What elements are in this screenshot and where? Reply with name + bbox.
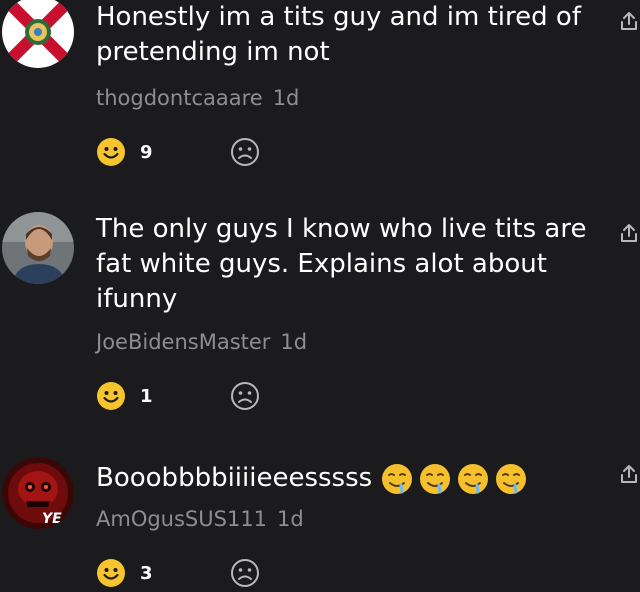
emoji-group xyxy=(380,461,532,496)
smile-count: 9 xyxy=(140,142,153,163)
smile-count: 3 xyxy=(140,563,153,584)
frown-icon xyxy=(231,138,259,166)
svg-text:YE: YE xyxy=(42,511,62,527)
smile-count: 1 xyxy=(140,386,153,407)
comment-meta: AmOgusSUS111 1d xyxy=(96,507,304,531)
comment-time: 1d xyxy=(272,86,300,110)
smile-icon xyxy=(97,382,125,410)
share-icon[interactable] xyxy=(618,463,640,485)
smile-button[interactable] xyxy=(96,558,126,588)
frown-icon xyxy=(231,382,259,410)
red-skull-avatar-icon: YE xyxy=(2,457,74,529)
unsmile-button[interactable] xyxy=(230,558,260,588)
avatar[interactable] xyxy=(2,212,74,284)
florida-flag-avatar-icon xyxy=(2,0,74,68)
share-icon[interactable] xyxy=(618,222,640,244)
share-icon[interactable] xyxy=(618,10,640,32)
drooling-face-emoji-icon xyxy=(382,463,413,494)
drooling-face-emoji-icon xyxy=(458,463,489,494)
comment-time: 1d xyxy=(280,330,308,354)
comment-text: Honestly im a tits guy and im tired of p… xyxy=(96,2,581,67)
smile-button[interactable] xyxy=(96,137,126,167)
unsmile-button[interactable] xyxy=(230,137,260,167)
comment-author[interactable]: JoeBidensMaster xyxy=(96,330,270,354)
smile-button[interactable] xyxy=(96,381,126,411)
avatar[interactable] xyxy=(2,0,74,68)
smile-icon xyxy=(97,138,125,166)
comment-time: 1d xyxy=(277,507,304,531)
smile-icon xyxy=(97,559,125,587)
avatar[interactable]: YE xyxy=(2,457,74,529)
drooling-face-emoji-icon xyxy=(496,463,527,494)
comment-author[interactable]: thogdontcaaare xyxy=(96,86,263,110)
comment-meta: JoeBidensMaster 1d xyxy=(96,330,307,354)
frown-icon xyxy=(231,559,259,587)
comment-text: Booobbbbiiiieeesssss xyxy=(96,461,616,496)
drooling-face-emoji-icon xyxy=(420,463,451,494)
man-portrait-avatar-icon xyxy=(2,212,74,284)
comment-meta: thogdontcaaare 1d xyxy=(96,86,299,110)
unsmile-button[interactable] xyxy=(230,381,260,411)
comment-text: The only guys I know who live tits are f… xyxy=(96,214,587,314)
comment-author[interactable]: AmOgusSUS111 xyxy=(96,507,267,531)
comment-text-body: Booobbbbiiiieeesssss xyxy=(96,463,373,493)
